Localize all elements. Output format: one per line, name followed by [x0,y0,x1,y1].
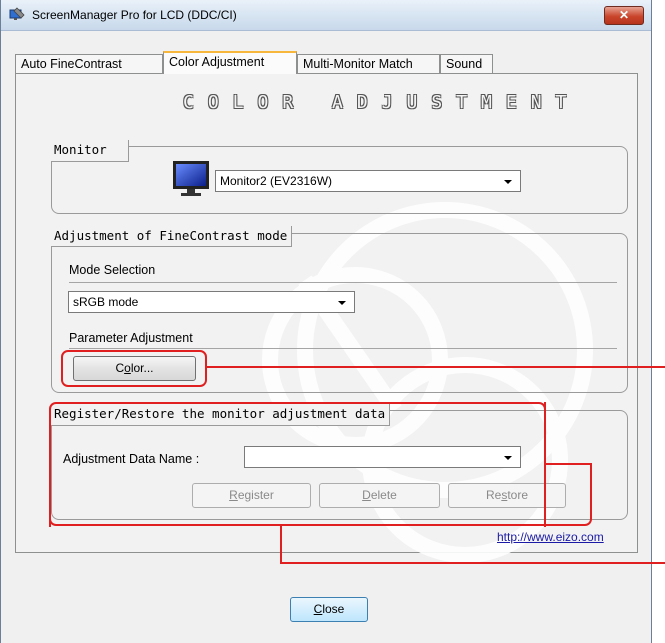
window-close-button[interactable]: ✕ [604,6,644,25]
tab-sound[interactable]: Sound [440,54,493,73]
annotation-leader-line [280,562,665,564]
tab-multi-monitor-match[interactable]: Multi-Monitor Match [297,54,440,73]
button-label-part: lose [322,602,345,616]
annotation-leader-line [205,366,665,368]
monitor-group-label: Monitor [51,140,129,162]
monitor-select[interactable]: Monitor2 (EV2316W) [215,170,521,192]
tab-color-adjustment[interactable]: Color Adjustment [163,51,297,74]
annotation-leader-line [280,524,282,564]
annotation-highlight-color-button [61,350,207,387]
annotation-highlight-register-group-lower [49,463,592,526]
divider [69,348,617,349]
close-icon: ✕ [618,8,630,22]
window-title: ScreenManager Pro for LCD (DDC/CI) [32,8,237,22]
mode-select[interactable]: sRGB mode [68,291,355,313]
annotation-segment [544,402,546,465]
close-button[interactable]: Close [290,597,368,622]
chevron-down-icon [338,301,346,305]
monitor-icon [173,161,209,196]
parameter-adjustment-label: Parameter Adjustment [69,331,193,345]
app-logo-icon [9,7,25,20]
tab-auto-finecontrast[interactable]: Auto FineContrast [15,54,163,73]
finecontrast-group-label: Adjustment of FineContrast mode [51,226,293,247]
title-bar[interactable]: ScreenManager Pro for LCD (DDC/CI) ✕ [1,0,651,31]
divider [69,282,617,283]
app-window: ScreenManager Pro for LCD (DDC/CI) ✕ Aut… [0,0,652,643]
mode-select-value: sRGB mode [73,295,139,309]
tab-label: Color Adjustment [169,55,265,69]
eizo-website-link[interactable]: http://www.eizo.com [497,530,604,544]
monitor-select-value: Monitor2 (EV2316W) [220,174,333,188]
chevron-down-icon [504,180,512,184]
tab-label: Multi-Monitor Match [303,57,413,71]
tab-label: Auto FineContrast [21,57,122,71]
panel-heading: COLOR ADJUSTMENT [183,92,581,113]
mode-selection-label: Mode Selection [69,263,156,277]
tab-label: Sound [446,57,483,71]
